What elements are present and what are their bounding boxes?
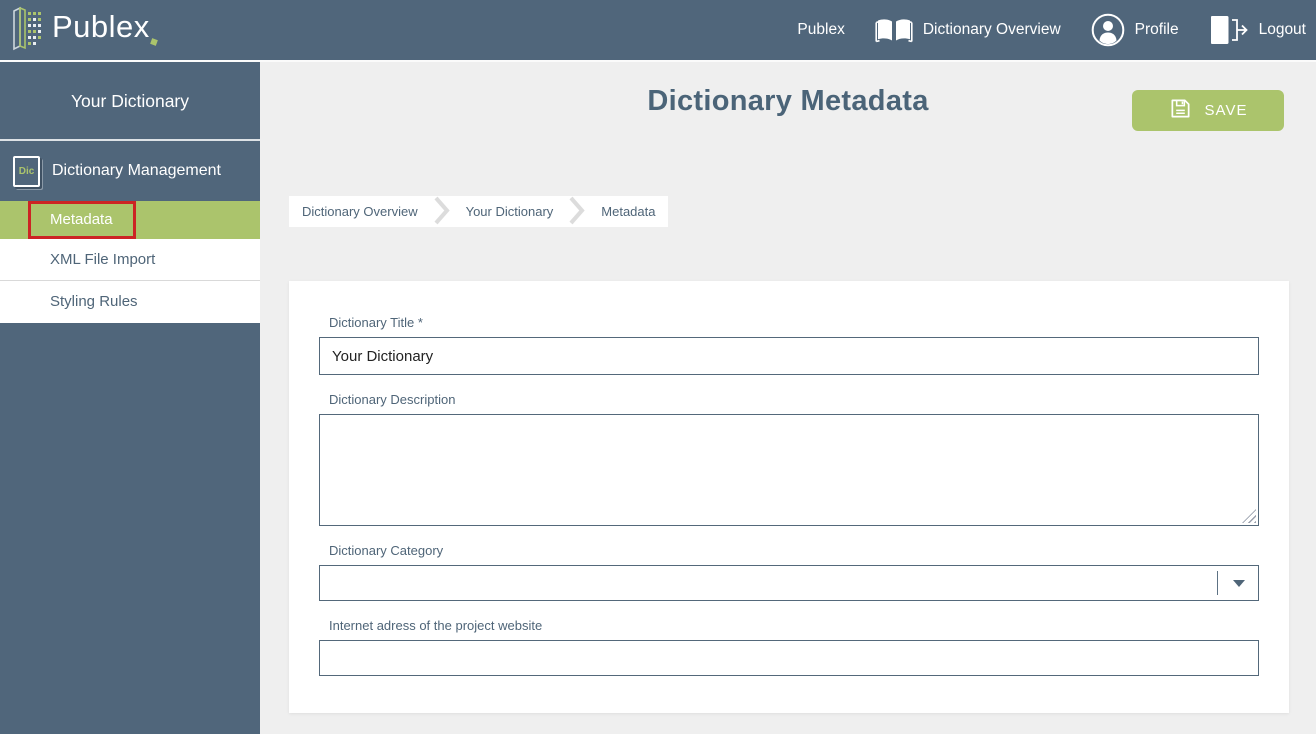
sidebar-dictionary-title: Your Dictionary: [0, 62, 260, 141]
nav-item-publex[interactable]: Publex: [797, 21, 844, 39]
sidebar: Your Dictionary Dic Dictionary Managemen…: [0, 62, 260, 734]
logout-icon: [1209, 14, 1249, 46]
breadcrumb-your-dictionary[interactable]: Your Dictionary: [453, 204, 567, 219]
nav-item-profile[interactable]: Profile: [1091, 13, 1179, 47]
dictionary-title-field: Dictionary Title *: [319, 315, 1259, 375]
nav-item-profile-label: Profile: [1135, 21, 1179, 39]
sidebar-item-styling-rules[interactable]: Styling Rules: [0, 281, 260, 323]
nav-item-logout[interactable]: Logout: [1209, 14, 1306, 46]
dictionary-title-input[interactable]: [319, 337, 1259, 375]
dictionary-title-label: Dictionary Title *: [329, 315, 1259, 330]
select-divider: [1217, 571, 1218, 595]
project-website-label: Internet adress of the project website: [329, 618, 1259, 633]
nav-item-logout-label: Logout: [1259, 21, 1306, 39]
navbar-menu: Publex Dictionary Overview: [797, 13, 1316, 47]
open-book-icon: [875, 17, 913, 43]
main-content: Dictionary Metadata SAVE Dictionary Over…: [260, 60, 1316, 734]
chevron-down-icon: [1233, 580, 1245, 587]
nav-item-publex-label: Publex: [797, 21, 844, 39]
sidebar-item-metadata-label: Metadata: [50, 211, 113, 228]
profile-icon: [1091, 13, 1125, 47]
sidebar-item-xml-file-import[interactable]: XML File Import: [0, 239, 260, 281]
chevron-right-icon: [433, 195, 451, 229]
logo-accent-mark: [150, 38, 158, 46]
save-button[interactable]: SAVE: [1132, 90, 1284, 131]
metadata-form-card: Dictionary Title * Dictionary Descriptio…: [289, 281, 1289, 713]
dictionary-description-textarea[interactable]: [319, 414, 1259, 526]
dictionary-category-label: Dictionary Category: [329, 543, 1259, 558]
publex-logo-icon: [8, 5, 48, 56]
publex-logo[interactable]: Publex: [0, 5, 157, 56]
dictionary-description-field: Dictionary Description: [319, 392, 1259, 526]
nav-item-dictionary-overview-label: Dictionary Overview: [923, 21, 1061, 39]
breadcrumb-metadata[interactable]: Metadata: [588, 204, 668, 219]
top-navbar: Publex Publex Dictionary Overview: [0, 0, 1316, 60]
breadcrumb: Dictionary Overview Your Dictionary Meta…: [289, 196, 668, 227]
dictionary-category-select[interactable]: [319, 565, 1259, 601]
sidebar-item-dictionary-management-label: Dictionary Management: [52, 162, 221, 180]
sidebar-item-xml-file-import-label: XML File Import: [50, 251, 155, 268]
dictionary-description-label: Dictionary Description: [329, 392, 1259, 407]
publex-logo-text: Publex: [52, 5, 150, 49]
save-button-label: SAVE: [1205, 102, 1248, 119]
nav-item-dictionary-overview[interactable]: Dictionary Overview: [875, 17, 1061, 43]
breadcrumb-dictionary-overview[interactable]: Dictionary Overview: [289, 204, 431, 219]
project-website-input[interactable]: [319, 640, 1259, 676]
save-floppy-icon: [1169, 97, 1192, 124]
sidebar-item-metadata[interactable]: Metadata: [0, 201, 260, 239]
project-website-field: Internet adress of the project website: [319, 618, 1259, 676]
sidebar-item-styling-rules-label: Styling Rules: [50, 293, 138, 310]
sidebar-item-dictionary-management[interactable]: Dic Dictionary Management: [0, 141, 260, 201]
dictionary-category-field: Dictionary Category: [319, 543, 1259, 601]
chevron-right-icon: [568, 195, 586, 229]
dic-document-icon: Dic: [13, 156, 40, 187]
